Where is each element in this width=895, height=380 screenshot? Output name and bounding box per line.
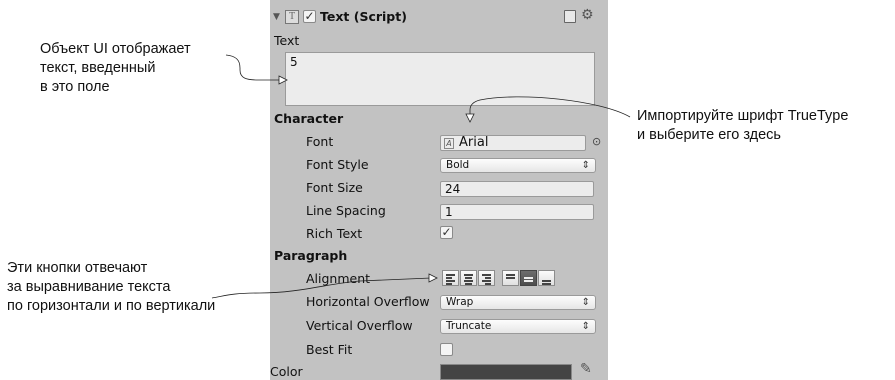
callout-alignment-arrow (428, 273, 438, 283)
callout-text-arrow (278, 75, 288, 85)
callout-font-arrow (465, 113, 475, 123)
callout-font-line (469, 96, 631, 118)
callout-lines (211, 54, 631, 299)
callout-alignment-line (211, 277, 432, 299)
callout-text-line (225, 54, 281, 81)
